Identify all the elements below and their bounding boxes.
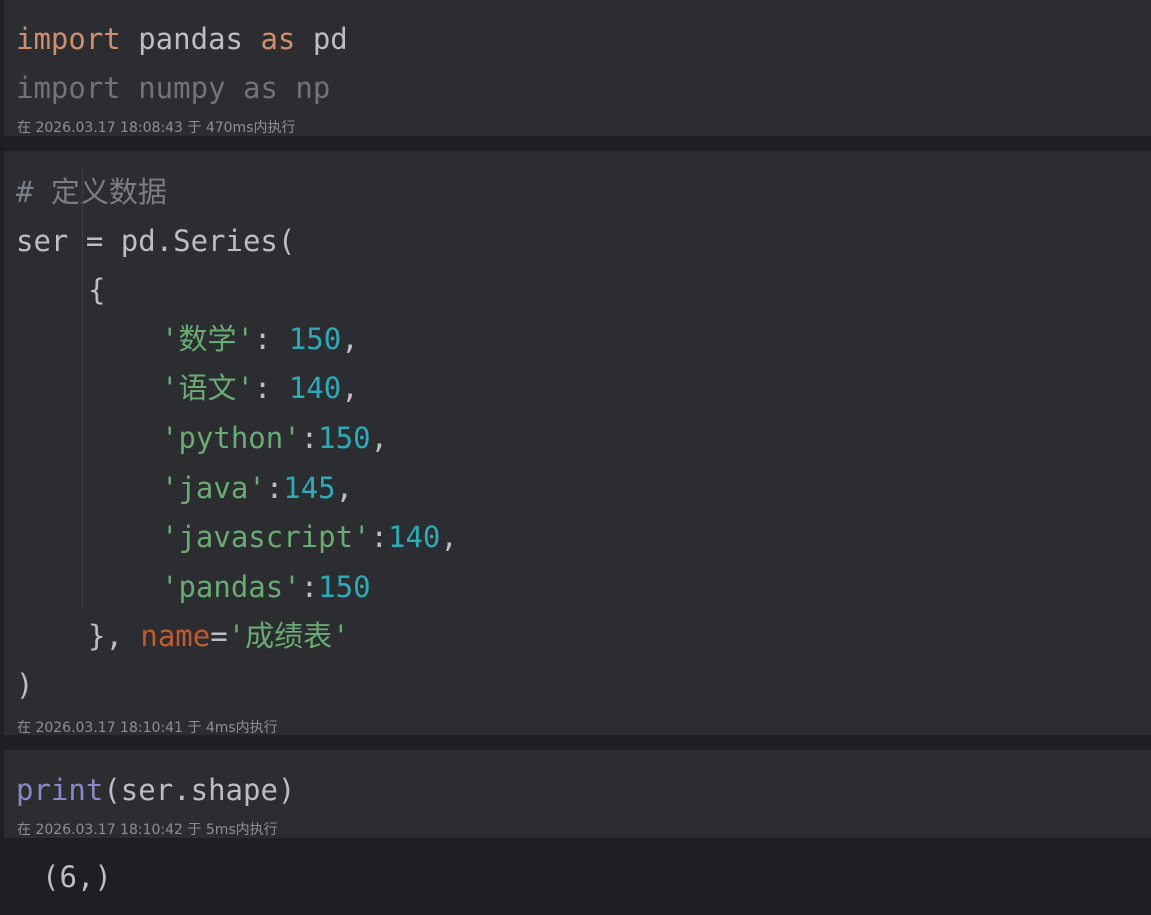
- dict-separator: :: [300, 570, 319, 604]
- execution-info: 在 2026.03.17 18:10:41 于 4ms内执行: [17, 720, 278, 736]
- code-line-entry[interactable]: '语文': 140,: [161, 364, 359, 413]
- dict-value: 140: [288, 371, 342, 405]
- code-line-series[interactable]: ser = pd.Series(: [16, 217, 295, 266]
- keyword-as: as: [260, 22, 296, 56]
- execution-info: 在 2026.03.17 18:08:43 于 470ms内执行: [17, 120, 296, 136]
- code-line-import-pandas[interactable]: import pandas as pd: [16, 15, 348, 64]
- dict-separator: :: [300, 421, 319, 455]
- module-name: pandas: [120, 22, 261, 56]
- dict-key: 'python': [161, 421, 301, 455]
- print-args: (ser.shape): [103, 773, 296, 807]
- dict-value: 150: [318, 570, 371, 604]
- alias-name: np: [277, 71, 331, 105]
- code-line-import-numpy[interactable]: import numpy as np: [16, 64, 330, 113]
- code-line-close-paren[interactable]: ): [16, 661, 33, 710]
- dict-tail: ,: [341, 371, 359, 405]
- code-cell-2[interactable]: # 定义数据 ser = pd.Series( { '数学': 150, '语文…: [4, 151, 1151, 736]
- keyword-as: as: [242, 71, 278, 105]
- dict-tail: ,: [440, 520, 458, 554]
- keyword-import: import: [16, 71, 121, 105]
- close-brace: },: [88, 619, 141, 653]
- dict-value: 140: [387, 520, 441, 554]
- output-text[interactable]: (6,): [42, 854, 112, 900]
- dict-tail: ,: [370, 421, 389, 455]
- keyword-argument: name: [140, 619, 211, 653]
- code-line-entry[interactable]: 'pandas':150: [161, 563, 371, 612]
- dict-value: 150: [288, 322, 342, 356]
- dict-value: 145: [283, 471, 336, 505]
- equals-sign: =: [210, 619, 228, 653]
- dict-separator: :: [370, 520, 388, 554]
- code-line-close-brace[interactable]: }, name='成绩表': [88, 612, 350, 661]
- indent-guide: [82, 167, 83, 609]
- code-line-print[interactable]: print(ser.shape): [16, 766, 295, 815]
- dict-separator: :: [253, 322, 289, 356]
- builtin-print: print: [16, 773, 104, 807]
- code-line-entry[interactable]: 'javascript':140,: [161, 513, 458, 562]
- code-line-entry[interactable]: 'python':150,: [161, 414, 388, 463]
- code-line-entry[interactable]: 'java':145,: [161, 464, 353, 513]
- dict-key: 'java': [161, 471, 266, 505]
- argument-value: '成绩表': [227, 619, 350, 653]
- dict-tail: ,: [335, 471, 354, 505]
- dict-separator: :: [253, 371, 289, 405]
- module-name: numpy: [120, 71, 243, 105]
- keyword-import: import: [16, 22, 121, 56]
- cell-output: (6,): [0, 838, 1151, 915]
- code-cell-1[interactable]: import pandas as pd import numpy as np 在…: [4, 0, 1151, 136]
- dict-value: 150: [318, 421, 371, 455]
- code-line-comment[interactable]: # 定义数据: [16, 168, 167, 217]
- dict-key: 'pandas': [161, 570, 301, 604]
- alias-name: pd: [295, 22, 348, 56]
- execution-info: 在 2026.03.17 18:10:42 于 5ms内执行: [17, 822, 278, 838]
- dict-tail: ,: [341, 322, 359, 356]
- code-cell-3[interactable]: print(ser.shape) 在 2026.03.17 18:10:42 于…: [4, 750, 1151, 838]
- dict-key: '语文': [161, 371, 254, 405]
- code-line-entry[interactable]: '数学': 150,: [161, 315, 359, 364]
- code-line-open-brace[interactable]: {: [88, 266, 105, 315]
- dict-key: 'javascript': [161, 520, 371, 554]
- dict-separator: :: [265, 471, 284, 505]
- dict-key: '数学': [161, 322, 254, 356]
